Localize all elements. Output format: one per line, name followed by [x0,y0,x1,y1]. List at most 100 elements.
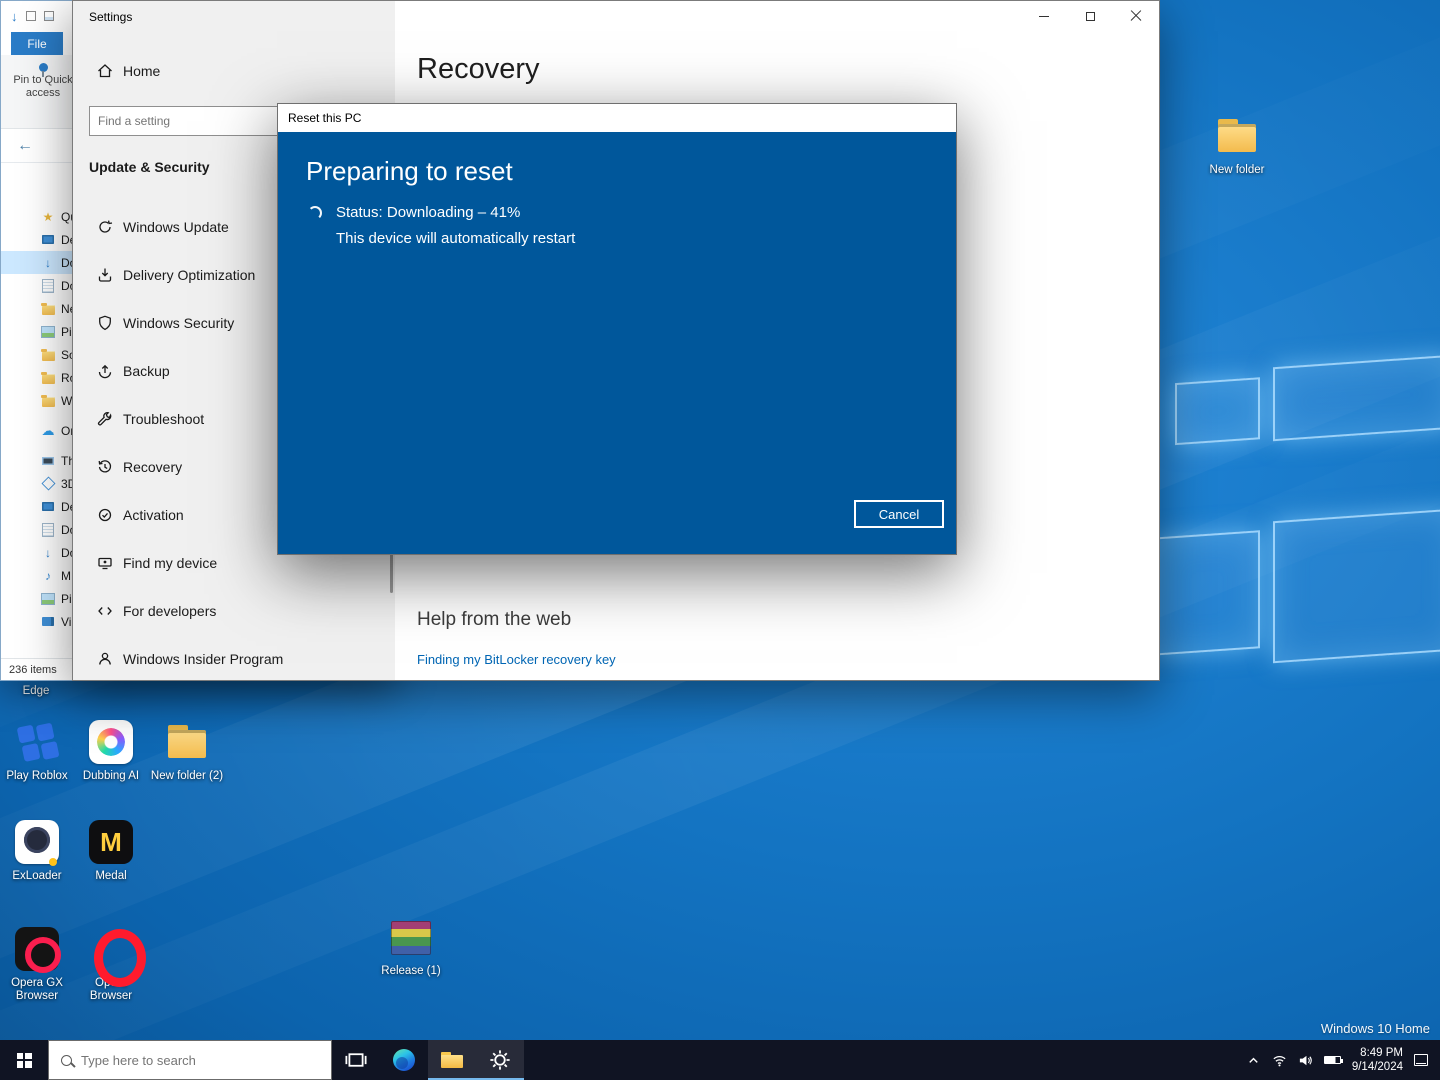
desktop-icon-label: Medal [95,870,127,882]
taskbar-explorer-button[interactable] [428,1040,476,1080]
desktop-icon-new-folder[interactable]: New folder [1199,112,1275,177]
settings-nav-label: For developers [123,603,217,619]
desktop-icon-opera[interactable]: Opera Browser [73,925,149,1003]
taskbar-settings-button[interactable] [476,1040,524,1080]
settings-home-link[interactable]: Home [97,63,160,79]
monitor-icon [41,233,55,247]
home-icon [97,63,113,79]
network-icon[interactable] [1272,1053,1287,1068]
quick-access-toolbar-icon[interactable] [43,11,54,21]
cloud-icon [41,424,55,438]
search-icon [61,1054,72,1066]
dialog-body: Preparing to reset Status: Downloading –… [278,132,956,554]
bitlocker-recovery-link[interactable]: Finding my BitLocker recovery key [417,652,616,667]
desktop-icon-exloader[interactable]: ExLoader [0,818,75,883]
explorer-sidebar-label: M [61,568,71,583]
windows-logo-icon [16,1052,32,1068]
insider-icon [97,651,113,667]
desktop-icon-label: ExLoader [12,870,62,882]
file-menu-button[interactable]: File [11,32,63,55]
recovery-icon [97,459,113,475]
taskbar-edge-button[interactable] [380,1040,428,1080]
back-button[interactable]: ← [17,137,33,155]
explorer-sidebar-label: Vi [61,614,72,629]
picture-icon [41,325,55,339]
settings-nav-label: Troubleshoot [123,411,205,427]
video-icon [41,615,55,629]
desktop-icon-release[interactable]: Release (1) [373,913,449,978]
desktop-icon-label: Dubbing AI [82,770,140,782]
window-title: Settings [89,10,133,24]
help-from-web-heading: Help from the web [417,609,572,630]
action-center-icon [1414,1054,1428,1066]
desktop-icon-dubbing-ai[interactable]: Dubbing AI [73,718,149,783]
progress-spinner-icon [308,206,322,220]
folder-icon [41,371,55,385]
restart-note: This device will automatically restart [336,230,576,247]
system-tray: 8:49 PM 9/14/2024 [1246,1040,1440,1080]
document-icon [41,523,55,537]
new-folder-2-icon [163,718,211,766]
explorer-sidebar-label: Pi [61,324,72,339]
show-hidden-icons-button[interactable] [1246,1053,1261,1068]
dialog-title: Reset this PC [278,104,956,132]
start-button[interactable] [0,1040,48,1080]
settings-nav-windows-insider-program[interactable]: Windows Insider Program [73,635,395,680]
pin-icon [38,63,48,77]
wallpaper-pane [1175,377,1260,446]
task-view-button[interactable] [332,1040,380,1080]
wallpaper-pane [1153,530,1260,656]
file-explorer-icon [441,1052,463,1068]
desktop-icon-label: Play Roblox [6,770,68,782]
settings-nav-label: Windows Update [123,219,229,235]
task-view-icon [345,1053,367,1067]
settings-section-title: Update & Security [89,159,210,175]
taskbar-clock[interactable]: 8:49 PM 9/14/2024 [1352,1046,1403,1074]
desktop-icon-opera-gx[interactable]: Opera GX Browser [0,925,75,1003]
dubbing-ai-icon [87,718,135,766]
new-folder-icon [1213,112,1261,160]
release-icon [387,913,435,961]
close-button[interactable] [1113,1,1159,31]
pin-button-label: Pin to Quick access [13,74,73,99]
star-icon [41,210,55,224]
settings-nav-label: Find my device [123,555,218,571]
clock-time: 8:49 PM [1360,1047,1403,1059]
monitor-icon [41,500,55,514]
desktop-icon-new-folder-2[interactable]: New folder (2) [149,718,225,783]
explorer-sidebar-label: W [61,393,73,408]
volume-icon[interactable] [1298,1053,1313,1068]
desktop-icon-label: New folder [1209,164,1265,176]
window-controls [1021,1,1159,31]
action-center-button[interactable] [1414,1054,1428,1066]
desktop-icon-play-roblox[interactable]: Play Roblox [0,718,75,783]
backup-icon [97,363,113,379]
settings-nav-label: Delivery Optimization [123,267,256,283]
download-arrow-icon: ↓ [11,8,18,24]
maximize-button[interactable] [1067,1,1113,31]
opera-gx-icon [13,925,61,973]
pc-icon [41,454,55,468]
page-title: Recovery [417,53,540,85]
opera-icon [87,925,146,987]
battery-icon[interactable] [1323,1056,1343,1064]
desktop-icon-edge[interactable]: Edge [0,681,74,698]
desktop-icon-medal[interactable]: Medal [73,818,149,883]
dialog-heading: Preparing to reset [306,156,513,186]
pin-to-quick-access-button[interactable]: Pin to Quick access [3,59,83,125]
search-input[interactable] [81,1052,311,1068]
shield-icon [97,315,113,331]
settings-nav-label: Windows Insider Program [123,651,284,667]
folder-icon [41,302,55,316]
reset-pc-dialog: Reset this PC Preparing to reset Status:… [277,103,957,555]
taskbar-search[interactable] [48,1040,332,1080]
settings-nav-for-developers[interactable]: For developers [73,587,395,635]
cancel-button[interactable]: Cancel [854,500,944,528]
quick-access-toolbar-icon[interactable] [25,11,36,21]
folder-icon [41,348,55,362]
minimize-button[interactable] [1021,1,1067,31]
wallpaper-pane [1273,508,1440,664]
download-icon [41,546,55,560]
settings-nav-label: Windows Security [123,315,235,331]
picture-icon [41,592,55,606]
